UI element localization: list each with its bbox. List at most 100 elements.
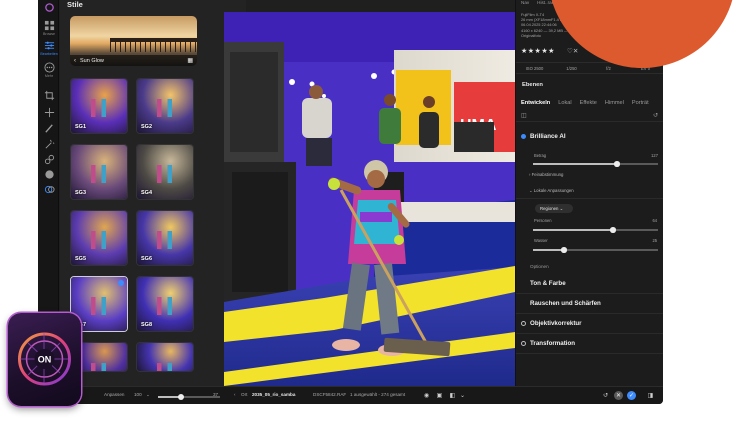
selection-count: 1 ausgewählt - 274 gesamt [350,392,406,397]
thumbnail-figures [151,99,181,117]
panel-toggle-icon[interactable]: ◨ [646,391,655,400]
betrag-slider-knob[interactable] [614,161,620,167]
folder-name[interactable]: 2035_05_rio_samba [252,392,295,397]
lokale-anpassungen-row[interactable]: ⌄ Lokale Anpassungen [529,188,574,194]
objektivkorrektur-toggle[interactable] [521,321,526,326]
svg-text:ON: ON [38,355,52,365]
zoom-dropdown-icon[interactable]: ⌄ [146,392,150,398]
personen-slider-knob[interactable] [610,227,616,233]
exif-iso: ISO 2500 [525,66,544,71]
transformation-toggle[interactable] [521,341,526,346]
star-rating[interactable]: ★★★★★ [521,47,555,55]
style-thumbnail[interactable]: SG2 [136,78,194,134]
toolbar-edit-label: Bearbeiten [40,52,58,56]
tab-portraet[interactable]: Porträt [632,97,649,109]
betrag-slider[interactable] [533,161,658,167]
wasser-value: 25 [652,238,657,243]
style-thumbnail-label: SG1 [75,124,87,130]
toolbar-move[interactable] [41,107,57,118]
presets-icon[interactable]: ◫ [521,112,527,119]
style-thumbnail[interactable]: SG8 [136,276,194,332]
banner-pier-legs [110,42,197,52]
toolbar-retouch[interactable] [41,139,57,150]
layers-header[interactable]: Ebenen [522,82,543,88]
personen-value: 64 [652,218,657,223]
reset-icon[interactable]: ↺ [653,112,658,119]
top-nav-nav[interactable]: Nav [521,0,529,5]
thumbnail-figures [151,231,181,249]
styles-panel: Stile ‹ Sun Glow ▦ SG1SG2SG3SG4SG5SG6SG7… [60,0,246,386]
folder-back-icon[interactable]: ‹ [234,392,236,397]
section-ton-farbe[interactable]: Ton & Farbe [516,274,663,294]
folder-prefix: Ort [241,392,248,397]
thumbnail-figures [85,165,115,183]
section-objektivkorrektur[interactable]: Objektivkorrektur [516,314,663,334]
thumbnail-figures [85,99,115,117]
betrag-slider-fill [533,163,617,165]
selected-style-badge [118,280,124,286]
tab-entwickeln[interactable]: Entwickeln [521,97,550,109]
transformation-title: Transformation [530,340,576,347]
toolbar-color[interactable] [41,169,57,180]
zoom-label: Anpassen [104,392,125,397]
toolbar-brush[interactable] [41,123,57,134]
thumbnail-size-slider[interactable] [158,393,220,400]
brilliance-toggle[interactable] [521,134,526,139]
wasser-slider-knob[interactable] [561,247,567,253]
personen-slider-fill [533,229,613,231]
compare-icon[interactable]: ◧ [448,391,457,400]
style-thumbnail[interactable]: SG4 [136,144,194,200]
tab-himmel[interactable]: Himmel [605,97,624,109]
app-logo [41,2,57,13]
palette-icon [44,170,54,179]
thumbnail-figures [151,363,181,371]
regionen-label: Regionen [540,206,559,211]
toolbar-browse[interactable]: Browse [41,20,57,36]
toolbar-clone[interactable] [41,154,57,165]
style-thumbnail[interactable]: SG3 [70,144,128,200]
zoom-value[interactable]: 100 [134,392,142,397]
section-rauschen[interactable]: Rauschen und Schärfen [516,294,663,314]
grid-view-icon[interactable]: ▦ [187,57,193,64]
wasser-label: Wasser [534,238,548,243]
compare-dropdown-icon[interactable]: ⌄ [458,391,467,400]
toolbar-more[interactable]: Mehr [41,62,57,78]
chevron-left-icon[interactable]: ‹ [74,58,76,64]
regionen-dropdown[interactable]: Regionen ⌄ [535,204,573,213]
file-name: DSCF5842.RAF [313,392,347,397]
aperture-logo-icon: ON [18,332,71,386]
undo-icon[interactable]: ↺ [601,391,610,400]
style-thumbnail-label: SG5 [75,256,87,262]
optionen-link[interactable]: Optionen [530,264,549,269]
toolbar-ai-mask[interactable] [41,184,57,195]
section-transformation[interactable]: Transformation [516,334,663,354]
image-icon[interactable]: ▣ [435,391,444,400]
toolbar-more-label: Mehr [44,74,54,78]
bottom-bar: Anpassen 100 ⌄ 37 ‹ Ort 2035_05_rio_samb… [38,386,663,404]
brilliance-title[interactable]: Brilliance AI [530,133,566,140]
wasser-slider[interactable] [533,247,658,253]
cancel-icon[interactable]: ✕ [614,391,623,400]
style-thumbnail[interactable]: SG5 [70,210,128,266]
personen-slider[interactable] [533,227,658,233]
feinabstimmung-row[interactable]: › Feinabstimmung [529,172,563,177]
main-photo[interactable]: HMA [224,12,515,386]
toolbar-crop[interactable] [41,90,57,101]
thumbnail-figures [85,231,115,249]
tab-lokal[interactable]: Lokal [558,97,571,109]
style-category-banner[interactable]: ‹ Sun Glow ▦ [70,16,197,66]
toolbar-browse-label: Browse [43,32,55,36]
eye-icon[interactable]: ◉ [422,391,431,400]
toolbar-edit[interactable]: Bearbeiten [40,40,58,56]
rating-actions[interactable]: ♡✕ [567,47,578,55]
apply-icon[interactable]: ✓ [627,391,636,400]
style-thumbnail[interactable]: SG6 [136,210,194,266]
tab-effekte[interactable]: Effekte [580,97,597,109]
banner-bar: ‹ Sun Glow ▦ [70,55,197,66]
style-thumbnail[interactable] [136,342,194,372]
thumbnail-size-knob[interactable] [178,393,184,400]
style-thumbnail-label: SG8 [141,322,153,328]
style-thumbnail[interactable]: SG1 [70,78,128,134]
thumbnail-figures [85,297,115,315]
wasser-slider-fill [533,249,564,251]
